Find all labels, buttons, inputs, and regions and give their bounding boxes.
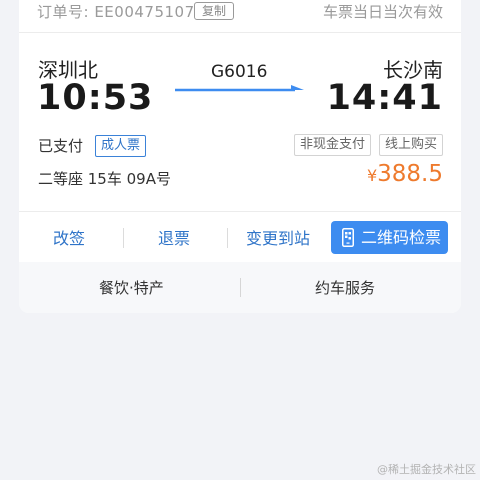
divider xyxy=(123,228,124,248)
order-number: 订单号: EE00475107 xyxy=(37,3,195,21)
reschedule-button[interactable]: 改签 xyxy=(53,225,85,249)
arrival-time: 14:41 xyxy=(326,78,443,118)
ticket-type-badge: 成人票 xyxy=(95,135,147,157)
qr-check-label: 二维码检票 xyxy=(361,228,442,247)
qr-check-button[interactable]: 二维码检票 xyxy=(331,221,448,254)
phone-qr-icon xyxy=(342,228,354,247)
divider xyxy=(227,228,228,248)
action-bar: 改签 退票 变更到站 二维码检票 xyxy=(19,211,461,263)
watermark: @稀土掘金技术社区 xyxy=(377,463,476,476)
train-number: G6016 xyxy=(211,62,268,82)
seat-info: 二等座 15车 09A号 xyxy=(38,170,171,188)
online-purchase-tag: 线上购买 xyxy=(378,134,443,156)
price-value: 388.5 xyxy=(377,161,443,187)
validity-note: 车票当日当次有效 xyxy=(322,3,443,21)
cashless-payment-tag: 非现金支付 xyxy=(293,134,371,156)
currency-symbol: ¥ xyxy=(366,166,378,185)
right-arrow-icon xyxy=(175,85,304,92)
order-row: 订单号: EE00475107 复制 车票当日当次有效 xyxy=(19,0,461,33)
copy-button[interactable]: 复制 xyxy=(194,2,234,20)
divider xyxy=(240,278,241,297)
departure-time: 10:53 xyxy=(37,78,154,118)
change-station-button[interactable]: 变更到站 xyxy=(246,225,310,249)
ticket-card: 订单号: EE00475107 复制 车票当日当次有效 深圳北 10:53 G6… xyxy=(19,0,461,313)
car-service-button[interactable]: 约车服务 xyxy=(315,277,375,298)
services-bar: 餐饮·特产 约车服务 xyxy=(19,262,461,313)
payment-status: 已支付 xyxy=(38,137,84,155)
food-specialty-button[interactable]: 餐饮·特产 xyxy=(99,277,164,298)
refund-button[interactable]: 退票 xyxy=(158,225,190,249)
ticket-price: ¥388.5 xyxy=(367,161,443,187)
